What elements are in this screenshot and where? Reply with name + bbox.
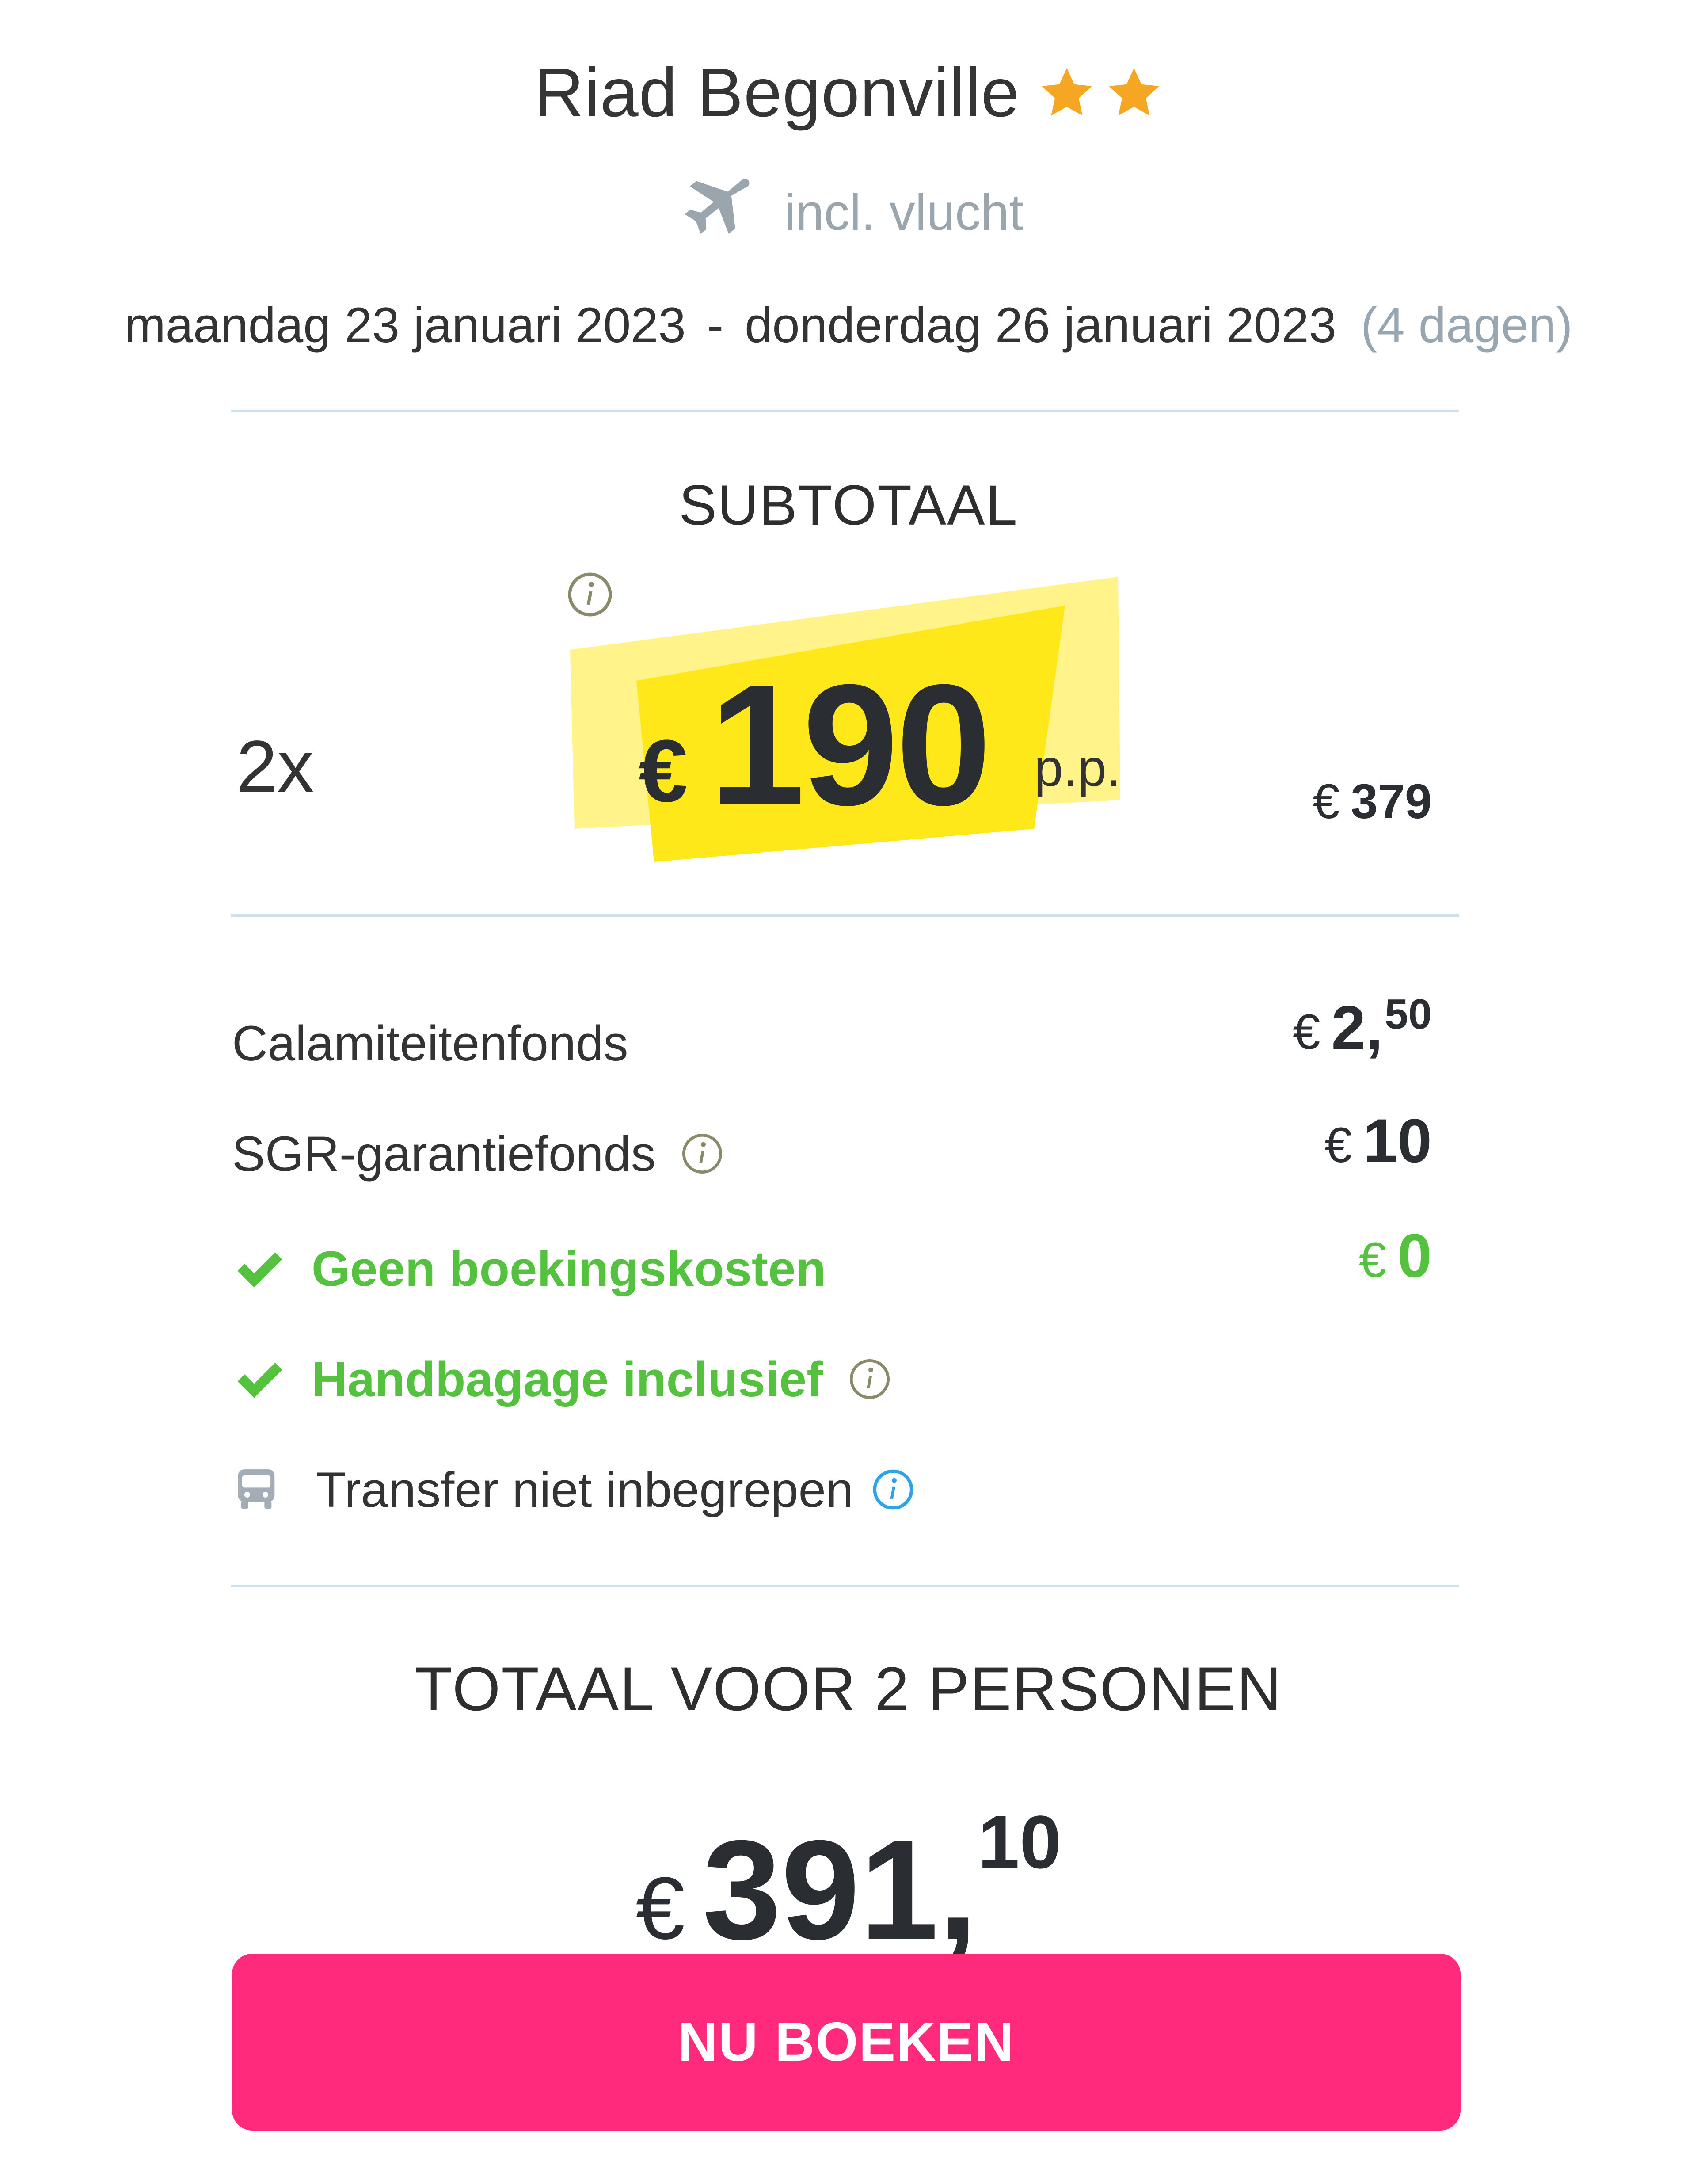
price-currency: € (639, 722, 688, 820)
info-icon[interactable] (566, 570, 614, 619)
checkmark-icon (237, 1252, 282, 1288)
subtotal-value: 379 (1351, 774, 1432, 829)
currency: € (1293, 1004, 1320, 1060)
travel-dates: maandag 23 januari 2023 - donderdag 26 j… (66, 283, 1631, 367)
hotel-name[interactable]: Riad Begonville (534, 53, 1020, 133)
amount-cents: 50 (1385, 991, 1432, 1038)
currency: € (1313, 774, 1340, 829)
flight-label: incl. vlucht (784, 183, 1024, 241)
fee-label: Transfer niet inbegrepen (316, 1462, 854, 1517)
currency: € (635, 1859, 685, 1958)
total-amount: €391,10 (0, 1799, 1697, 1971)
airplane-icon (685, 179, 750, 234)
fee-sgr-amount: €10 (1324, 1105, 1432, 1177)
divider (231, 1585, 1459, 1587)
fee-label: Calamiteitenfonds (232, 1015, 628, 1071)
per-person-label: p.p. (1034, 739, 1121, 797)
no-booking-fees: Geen boekingskosten (232, 1233, 826, 1304)
amount-main: 2, (1331, 993, 1383, 1062)
fee-calamiteitenfonds: Calamiteitenfonds (232, 1008, 628, 1079)
total-amount-main: 391, (702, 1810, 978, 1969)
subtotal-amount: €379 (1313, 774, 1432, 830)
fee-calamiteitenfonds-amount: €2,50 (1293, 990, 1432, 1063)
checkmark-icon (237, 1363, 282, 1398)
date-separator: - (707, 297, 724, 353)
total-label: TOTAAL VOOR 2 PERSONEN (415, 1654, 1282, 1723)
date-from: maandag 23 januari 2023 (124, 297, 686, 353)
star-rating (1038, 64, 1163, 122)
star-icon (1108, 68, 1159, 116)
date-to: donderdag 26 januari 2023 (745, 297, 1337, 353)
currency: € (1358, 1232, 1387, 1288)
hand-luggage-included: Handbagage inclusief (232, 1344, 892, 1414)
divider (231, 410, 1459, 412)
amount-main: 0 (1397, 1221, 1432, 1290)
fee-label: SGR-garantiefonds (232, 1126, 656, 1182)
total-amount-cents: 10 (978, 1800, 1062, 1884)
star-icon (1041, 68, 1092, 116)
transfer-not-included: Transfer niet inbegrepen (232, 1454, 915, 1525)
info-icon[interactable] (680, 1132, 724, 1176)
fee-label: Handbagage inclusief (312, 1351, 823, 1407)
book-now-button[interactable]: NU BOEKEN (232, 1954, 1461, 2131)
price-amount: 190 (709, 648, 992, 841)
info-icon[interactable] (848, 1357, 892, 1401)
divider (231, 914, 1459, 917)
price-per-person: € 190 p.p. (566, 570, 1140, 880)
bus-icon (238, 1469, 275, 1509)
flight-info: incl. vlucht (0, 168, 1697, 256)
currency: € (1324, 1117, 1352, 1173)
booking-summary-card: Riad Begonville incl. vlucht maandag 23 … (0, 0, 1697, 2184)
subtotal-label: SUBTOTAAL (679, 474, 1018, 537)
fee-sgr-garantiefonds: SGR-garantiefonds (232, 1118, 724, 1189)
info-icon[interactable] (871, 1467, 915, 1512)
duration: (4 dagen) (1361, 297, 1573, 353)
booking-fee-amount: €0 (1359, 1220, 1432, 1292)
fee-label: Geen boekingskosten (312, 1241, 826, 1296)
title-row: Riad Begonville (0, 40, 1697, 146)
amount-main: 10 (1363, 1106, 1432, 1175)
quantity: 2x (236, 726, 314, 808)
